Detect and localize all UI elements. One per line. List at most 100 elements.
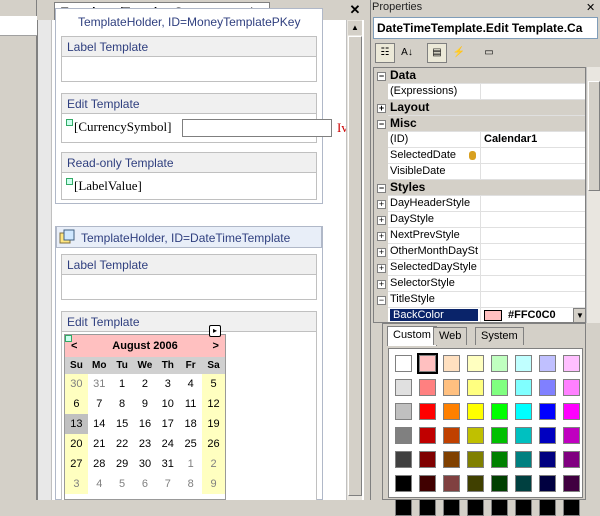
next-month-link[interactable]: > [213, 340, 219, 352]
property-category[interactable]: − Styles [374, 180, 585, 196]
color-swatch[interactable] [491, 379, 508, 396]
color-swatch-selected[interactable] [417, 353, 438, 374]
color-swatch[interactable] [539, 427, 556, 444]
property-value[interactable] [480, 292, 585, 308]
calendar-day[interactable]: 26 [202, 434, 225, 454]
color-swatch[interactable] [491, 427, 508, 444]
property-row[interactable]: (ID) Calendar1 [374, 132, 585, 148]
collapse-icon[interactable]: − [377, 120, 386, 129]
property-row[interactable]: + DayStyle [374, 212, 585, 228]
expand-icon[interactable]: + [377, 280, 386, 289]
color-swatch[interactable] [515, 499, 532, 516]
object-selector[interactable]: DateTimeTemplate.Edit Template.Ca [373, 17, 598, 39]
property-value[interactable] [480, 276, 585, 292]
calendar-day[interactable]: 17 [156, 414, 179, 434]
color-swatch[interactable] [395, 379, 412, 396]
color-swatch[interactable] [467, 451, 484, 468]
color-swatch[interactable] [467, 499, 484, 516]
calendar-day[interactable]: 27 [65, 454, 88, 474]
color-swatch[interactable] [539, 355, 556, 372]
color-swatch[interactable] [467, 427, 484, 444]
color-swatch[interactable] [419, 403, 436, 420]
color-swatch[interactable] [563, 403, 580, 420]
property-row[interactable]: + NextPrevStyle [374, 228, 585, 244]
scroll-thumb[interactable] [588, 81, 600, 191]
close-document-icon[interactable]: ✕ [349, 3, 361, 17]
edit-template-section[interactable]: Edit Template [CurrencySymbol] Iv [61, 93, 348, 143]
calendar-day[interactable]: 3 [65, 474, 88, 494]
color-swatch[interactable] [443, 403, 460, 420]
collapse-icon[interactable]: − [377, 296, 386, 305]
color-swatch[interactable] [539, 475, 556, 492]
expand-icon[interactable]: + [377, 200, 386, 209]
property-value[interactable] [480, 244, 585, 260]
calendar-day[interactable]: 7 [156, 474, 179, 494]
color-swatch[interactable] [395, 475, 412, 492]
color-swatch[interactable] [395, 427, 412, 444]
color-swatch[interactable] [563, 379, 580, 396]
calendar-day[interactable]: 6 [65, 394, 88, 414]
color-swatch[interactable] [467, 355, 484, 372]
color-swatch[interactable] [563, 427, 580, 444]
property-grid[interactable]: − Data (Expressions) + Layout − Misc (ID) Calend… [373, 67, 586, 323]
properties-icon[interactable]: ▤ [427, 43, 447, 63]
property-row[interactable]: − TitleStyle [374, 292, 585, 308]
property-value[interactable] [480, 84, 585, 100]
color-swatch[interactable] [563, 451, 580, 468]
property-value[interactable]: #FFC0C0 ▼ [480, 308, 585, 322]
label-template-section[interactable]: Label Template [61, 36, 317, 82]
calendar-day[interactable]: 31 [156, 454, 179, 474]
categorized-icon[interactable]: ☷ [375, 43, 395, 63]
calendar-day[interactable]: 31 [88, 374, 111, 394]
calendar-day[interactable]: 16 [134, 414, 157, 434]
property-value[interactable] [480, 164, 585, 180]
calendar-day[interactable]: 19 [202, 414, 225, 434]
smart-tag-icon[interactable]: ▸ [209, 325, 221, 337]
color-swatch[interactable] [443, 427, 460, 444]
calendar-day[interactable]: 18 [179, 414, 202, 434]
color-swatch[interactable] [491, 499, 508, 516]
calendar-day[interactable]: 2 [134, 374, 157, 394]
label-template-section-2[interactable]: Label Template [61, 254, 317, 300]
property-value[interactable] [480, 260, 585, 276]
calendar-day[interactable]: 5 [111, 474, 134, 494]
document-vertical-scrollbar[interactable]: ▲ [346, 20, 362, 500]
tab-system[interactable]: System [475, 327, 524, 345]
holder-title-bar[interactable]: TemplateHolder, ID=DateTimeTemplate [56, 226, 322, 248]
color-swatch[interactable] [395, 451, 412, 468]
color-swatch[interactable] [539, 499, 556, 516]
currency-symbol-label[interactable]: [CurrencySymbol] [66, 119, 171, 135]
currency-textbox[interactable] [182, 119, 332, 137]
property-category[interactable]: − Misc [374, 116, 585, 132]
property-row[interactable]: + OtherMonthDaySt [374, 244, 585, 260]
color-swatch[interactable] [491, 403, 508, 420]
color-swatch[interactable] [443, 379, 460, 396]
color-swatch[interactable] [395, 403, 412, 420]
calendar-day[interactable]: 22 [111, 434, 134, 454]
color-swatch[interactable] [443, 355, 460, 372]
property-value[interactable] [469, 148, 585, 164]
alphabetical-icon[interactable]: A↓ [397, 43, 417, 63]
color-swatch[interactable] [443, 499, 460, 516]
label-value-label[interactable]: [LabelValue] [66, 178, 142, 194]
calendar-day[interactable]: 2 [202, 454, 225, 474]
calendar-day[interactable]: 8 [179, 474, 202, 494]
collapse-icon[interactable]: − [377, 72, 386, 81]
property-grid-scrollbar[interactable] [586, 67, 600, 323]
calendar-day[interactable]: 11 [179, 394, 202, 414]
scroll-thumb[interactable] [348, 36, 362, 496]
color-swatch[interactable] [539, 379, 556, 396]
property-category[interactable]: + Layout [374, 100, 585, 116]
color-swatch[interactable] [515, 475, 532, 492]
calendar-day[interactable]: 29 [111, 454, 134, 474]
property-row[interactable]: + SelectorStyle [374, 276, 585, 292]
property-value[interactable] [480, 212, 585, 228]
events-icon[interactable]: ⚡ [449, 43, 469, 63]
calendar-day[interactable]: 15 [111, 414, 134, 434]
color-swatch[interactable] [419, 451, 436, 468]
property-pages-icon[interactable]: ▭ [479, 43, 499, 63]
color-swatch[interactable] [491, 475, 508, 492]
color-swatch[interactable] [515, 451, 532, 468]
property-row[interactable]: + DayHeaderStyle [374, 196, 585, 212]
property-category[interactable]: − Data [374, 68, 585, 84]
